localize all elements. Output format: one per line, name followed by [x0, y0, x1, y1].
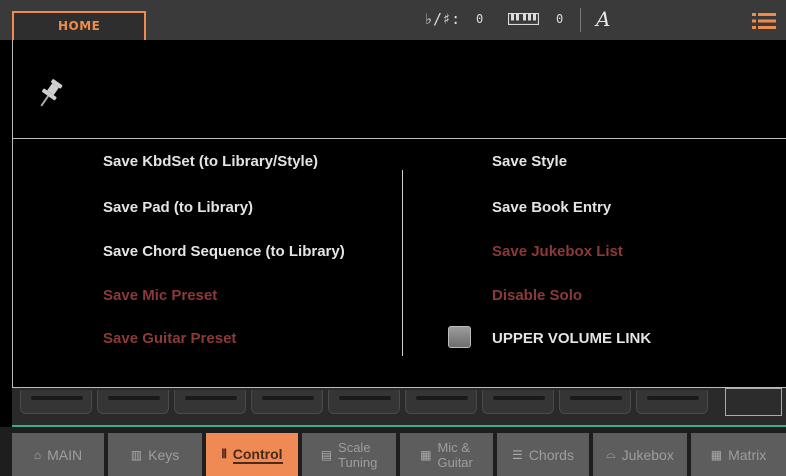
menu-item-save-kbdset[interactable]: Save KbdSet (to Library/Style) — [103, 153, 318, 170]
slider-slot — [482, 390, 554, 414]
tab-label: Matrix — [728, 446, 767, 463]
page-menu-popup: Save KbdSet (to Library/Style) Save Pad … — [12, 40, 786, 388]
tab-mic-guitar[interactable]: ▦ Mic & Guitar — [400, 433, 493, 476]
keyboard-icon[interactable] — [508, 13, 539, 25]
matrix-icon: ▦ — [710, 447, 723, 462]
transpose-value: 0 — [476, 12, 484, 26]
transpose-label[interactable]: ♭/♯: — [424, 10, 460, 28]
grid-button[interactable] — [725, 388, 782, 416]
tab-control[interactable]: ⦀ Control — [206, 433, 298, 476]
slider-strip — [12, 388, 786, 426]
menu-list-icon[interactable] — [752, 12, 776, 30]
tab-jukebox[interactable]: ⌓ Jukebox — [593, 433, 687, 476]
tab-chords[interactable]: ☰ Chords — [497, 433, 589, 476]
top-bar: HOME ♭/♯: 0 0 A — [0, 0, 786, 40]
home-icon: ⌂ — [33, 447, 42, 462]
menu-item-disable-solo: Disable Solo — [492, 287, 583, 304]
chords-icon: ☰ — [512, 447, 523, 462]
tab-label: Control — [232, 445, 283, 464]
slider-slot — [174, 390, 246, 414]
keys-icon: ▥ — [130, 447, 143, 462]
slider-slot — [251, 390, 323, 414]
column-separator — [402, 170, 403, 356]
menu-item-save-chord-sequence[interactable]: Save Chord Sequence (to Library) — [103, 243, 345, 260]
menu-item-save-pad[interactable]: Save Pad (to Library) — [103, 199, 253, 216]
tab-scale-tuning[interactable]: ▤ Scale Tuning — [302, 433, 396, 476]
tab-label: Jukebox — [621, 446, 674, 463]
slider-slot — [20, 390, 92, 414]
upper-volume-link-checkbox[interactable] — [448, 326, 471, 348]
slider-slot — [405, 390, 477, 414]
tab-label-line2: Guitar — [437, 454, 473, 470]
home-tab[interactable]: HOME — [12, 11, 146, 40]
home-tab-label: HOME — [58, 19, 101, 33]
tab-matrix[interactable]: ▦ Matrix — [691, 433, 786, 476]
popup-divider — [13, 138, 786, 139]
tab-main[interactable]: ⌂ MAIN — [12, 433, 104, 476]
slider-slot — [328, 390, 400, 414]
tab-label-line2: Tuning — [338, 454, 378, 470]
slider-slot — [636, 390, 708, 414]
menu-item-save-jukebox-list: Save Jukebox List — [492, 243, 623, 260]
octave-value: 0 — [556, 12, 564, 26]
pin-icon[interactable] — [39, 78, 63, 112]
control-icon: ⦀ — [221, 447, 227, 461]
tab-label-line1: Scale — [338, 439, 371, 455]
mic-guitar-icon: ▦ — [420, 447, 432, 462]
tab-label: MAIN — [47, 446, 83, 463]
jukebox-icon: ⌓ — [606, 447, 616, 461]
scale-tuning-icon: ▤ — [320, 447, 333, 462]
topbar-divider — [580, 8, 581, 32]
scale-indicator[interactable]: A — [596, 7, 610, 31]
menu-item-save-book-entry[interactable]: Save Book Entry — [492, 199, 611, 216]
tab-keys[interactable]: ▥ Keys — [108, 433, 202, 476]
upper-volume-link-label[interactable]: UPPER VOLUME LINK — [492, 330, 651, 347]
bottom-tab-bar: ⌂ MAIN ▥ Keys ⦀ Control ▤ Scale Tuning ▦… — [0, 427, 786, 476]
tab-label: Keys — [148, 446, 180, 463]
slider-slot — [559, 390, 631, 414]
menu-item-save-style[interactable]: Save Style — [492, 153, 567, 170]
slider-slot — [97, 390, 169, 414]
menu-item-save-mic-preset: Save Mic Preset — [103, 287, 218, 304]
menu-item-save-guitar-preset: Save Guitar Preset — [103, 330, 237, 347]
tab-label: Chords — [528, 446, 574, 463]
tab-label-line1: Mic & — [437, 439, 470, 455]
